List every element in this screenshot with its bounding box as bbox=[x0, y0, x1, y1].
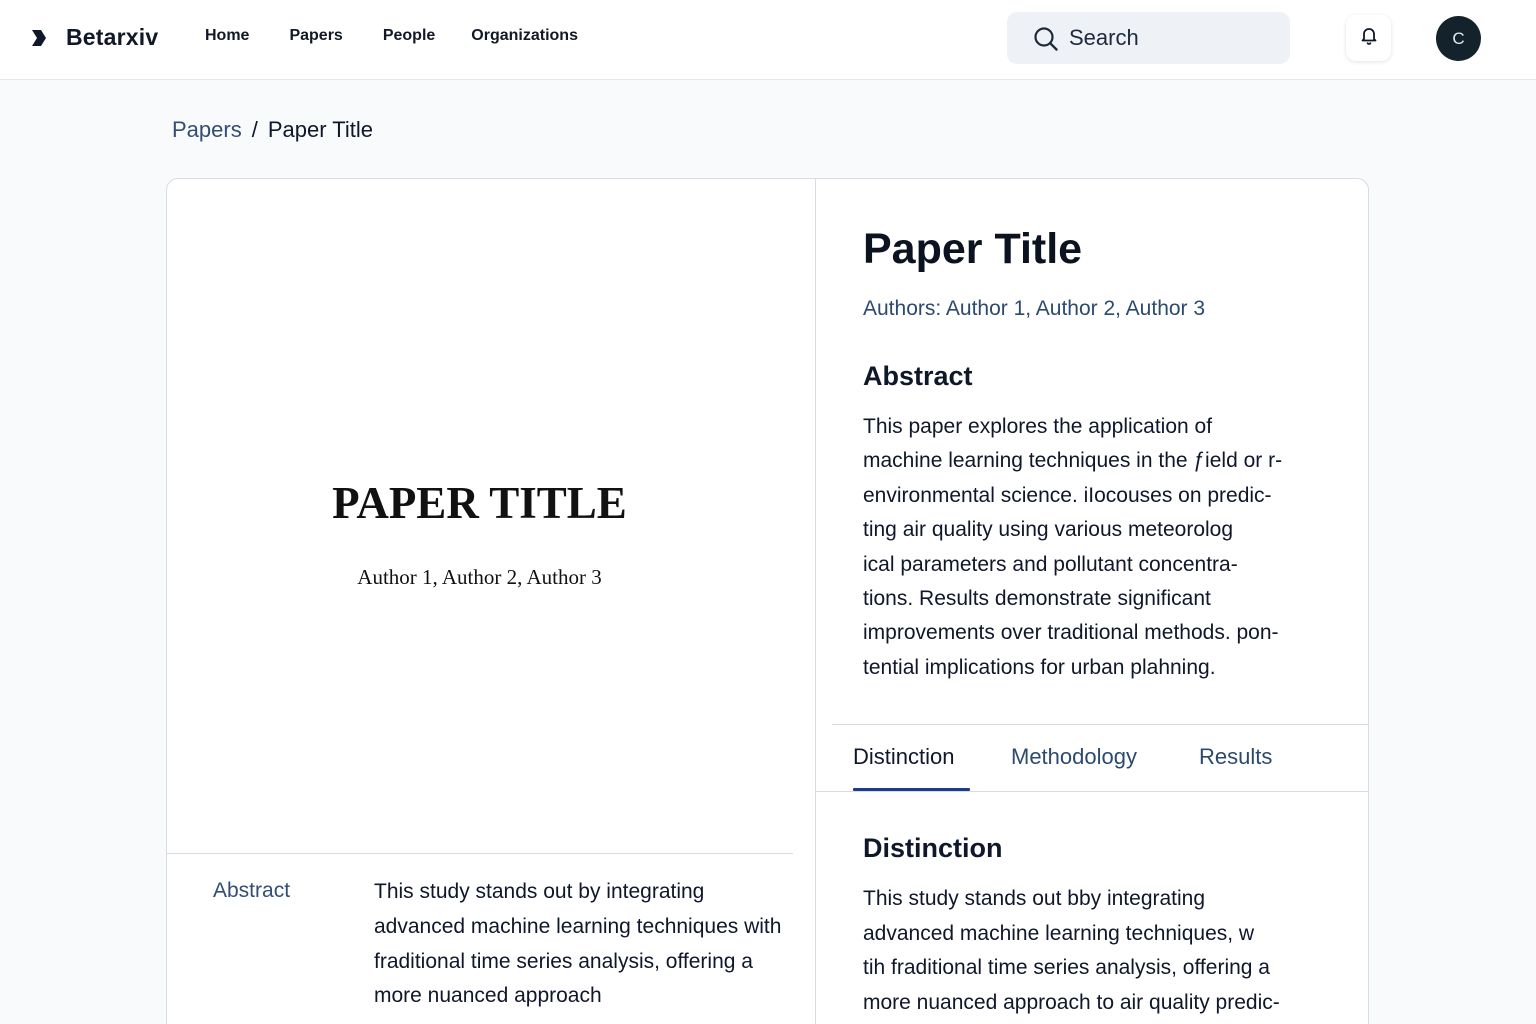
brand-name: Betarxiv bbox=[66, 24, 159, 50]
preview-separator bbox=[167, 853, 793, 854]
abstract-line: environmental science. iIocouses on pred… bbox=[863, 483, 1272, 507]
breadcrumb-current: Paper Title bbox=[267, 117, 374, 142]
card-divider bbox=[815, 179, 816, 1024]
abstract-line: ical parameters and pollutant concentra- bbox=[863, 552, 1238, 576]
section-heading: Distinction bbox=[863, 833, 1003, 863]
user-avatar[interactable]: C bbox=[1436, 16, 1481, 61]
notifications-button[interactable] bbox=[1346, 15, 1391, 61]
breadcrumb: Papers / Paper Title bbox=[172, 117, 373, 143]
breadcrumb-separator: / bbox=[251, 117, 258, 142]
abstract-line: ting air quality using various meteorolo… bbox=[863, 518, 1234, 542]
detail-tabs: Distinction Methodology Results bbox=[816, 725, 1369, 792]
abstract-line: tions. Results demonstrate significant bbox=[863, 587, 1211, 611]
abstract-line: machine learning techniques in the ƒield… bbox=[863, 449, 1283, 473]
betarxiv-logo-icon bbox=[30, 28, 48, 48]
abstract-line: improvements over traditional methods. p… bbox=[863, 621, 1279, 645]
tab-methodology[interactable]: Methodology bbox=[1011, 744, 1137, 770]
nav-people[interactable]: People bbox=[383, 27, 435, 45]
abstract-heading: Abstract bbox=[863, 361, 973, 391]
main-nav: Home Papers People Organizations bbox=[205, 27, 618, 45]
tab-distinction[interactable]: Distinction bbox=[853, 744, 954, 770]
preview-title: PAPER TITLE bbox=[332, 478, 627, 528]
active-tab-indicator bbox=[853, 788, 970, 791]
search-placeholder: Search bbox=[1069, 25, 1139, 50]
top-navigation-bar: Betarxiv Home Papers People Organization… bbox=[0, 0, 1536, 80]
section-line: This study stands out bby integrating bbox=[863, 887, 1206, 910]
preview-abstract-label: Abstract bbox=[213, 879, 291, 902]
search-icon bbox=[1033, 26, 1059, 52]
preview-abstract-text: This study stands out by integrating adv… bbox=[374, 880, 782, 1008]
breadcrumb-papers-link[interactable]: Papers bbox=[172, 117, 242, 143]
abstract-text: This paper explores the application of m… bbox=[863, 410, 1343, 685]
bell-icon bbox=[1360, 26, 1378, 51]
section-text: This study stands out bby integrating ad… bbox=[863, 882, 1343, 1020]
nav-home[interactable]: Home bbox=[205, 27, 249, 45]
nav-organizations[interactable]: Organizations bbox=[471, 27, 578, 45]
search-input[interactable]: Search bbox=[1007, 12, 1290, 64]
abstract-line: This paper explores the application of bbox=[863, 415, 1213, 438]
preview-authors: Author 1, Author 2, Author 3 bbox=[357, 565, 602, 589]
section-line: more nuanced approach to air quality pre… bbox=[863, 990, 1280, 1014]
nav-papers[interactable]: Papers bbox=[289, 27, 342, 45]
section-line: tih fraditional time series analysis, of… bbox=[863, 956, 1270, 980]
paper-title: Paper Title bbox=[863, 225, 1083, 273]
brand[interactable]: Betarxiv bbox=[30, 24, 158, 51]
tab-results[interactable]: Results bbox=[1199, 744, 1272, 770]
section-line: advanced machine learning techniques, w bbox=[863, 921, 1255, 945]
paper-authors: Authors: Author 1, Author 2, Author 3 bbox=[863, 297, 1206, 320]
paper-card: PAPER TITLE Author 1, Author 2, Author 3… bbox=[166, 178, 1369, 1024]
abstract-line: tential implications for urban plahning. bbox=[863, 655, 1216, 679]
